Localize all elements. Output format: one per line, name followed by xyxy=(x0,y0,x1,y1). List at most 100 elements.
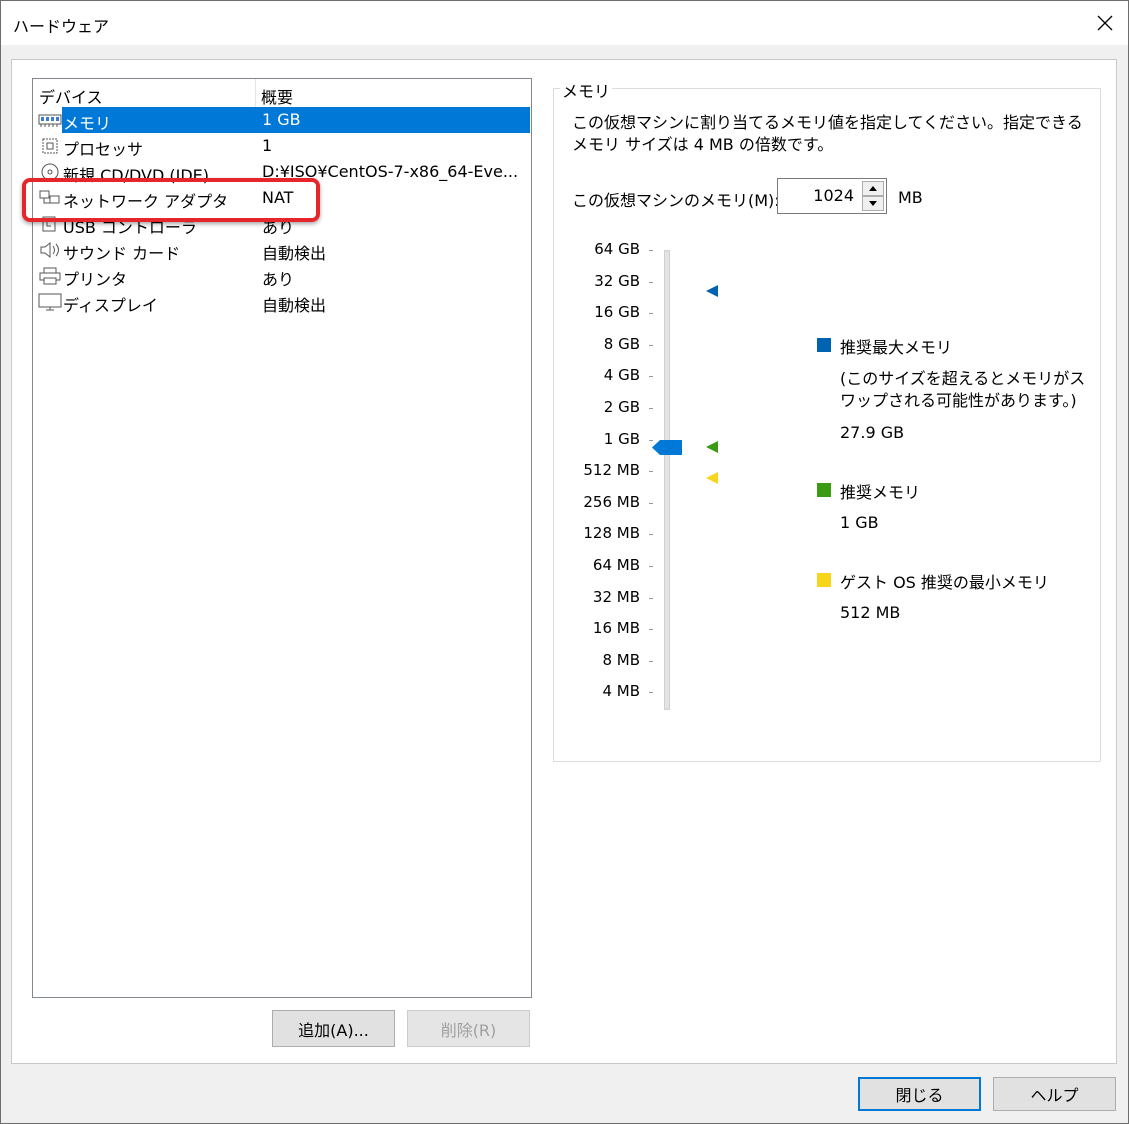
min-memory-legend-label: ゲスト OS 推奨の最小メモリ xyxy=(840,573,1049,592)
remove-device-button[interactable]: 削除(R) xyxy=(407,1010,530,1047)
device-list[interactable]: デバイス 概要 メモリ 1 GB プロセッサ 1 新規 CD/DVD (IDE)… xyxy=(32,78,532,998)
processor-icon xyxy=(42,138,58,154)
title-bar: ハードウェア xyxy=(1,1,1128,45)
scale-label: 8 GB xyxy=(603,334,640,353)
min-memory-marker-icon xyxy=(706,472,718,484)
close-icon xyxy=(1097,15,1113,31)
help-button[interactable]: ヘルプ xyxy=(993,1077,1116,1111)
scale-label: 128 MB xyxy=(583,524,640,543)
window-title: ハードウェア xyxy=(13,17,110,36)
network-adapter-icon xyxy=(39,190,60,204)
scale-label: 16 GB xyxy=(594,303,640,322)
device-label: メモリ xyxy=(63,114,112,133)
device-row-network-adapter[interactable]: ネットワーク アダプタ NAT xyxy=(33,185,531,211)
memory-spinbox[interactable]: 1024 xyxy=(777,178,887,214)
scale-label: 4 MB xyxy=(602,682,640,701)
device-summary: D:¥ISO¥CentOS-7-x86_64-Eve... xyxy=(262,162,519,181)
close-window-button[interactable] xyxy=(1082,1,1128,45)
scale-tick xyxy=(649,502,653,504)
scale-label: 32 GB xyxy=(594,271,640,290)
scale-tick xyxy=(649,629,653,631)
scale-label: 64 MB xyxy=(592,556,640,574)
scale-tick xyxy=(649,376,653,378)
scale-label: 64 GB xyxy=(594,240,640,258)
scale-tick xyxy=(649,344,653,346)
device-row-sound-card[interactable]: サウンド カード 自動検出 xyxy=(33,237,531,263)
recommended-memory-marker-icon xyxy=(706,441,718,453)
spin-down-button[interactable] xyxy=(862,196,884,211)
memory-group-title: メモリ xyxy=(560,78,613,102)
device-summary: 自動検出 xyxy=(262,244,327,263)
device-summary: 1 xyxy=(262,136,273,155)
max-memory-legend-label: 推奨最大メモリ xyxy=(840,338,953,357)
column-header-summary[interactable]: 概要 xyxy=(261,84,293,108)
scale-tick xyxy=(649,597,653,599)
device-row-display[interactable]: ディスプレイ 自動検出 xyxy=(33,289,531,315)
arrow-up-icon xyxy=(869,186,877,191)
scale-tick xyxy=(649,534,653,536)
max-memory-value: 27.9 GB xyxy=(840,423,905,442)
device-summary: 1 GB xyxy=(262,110,301,129)
scale-label: 16 MB xyxy=(592,619,640,638)
memory-value-input[interactable]: 1024 xyxy=(813,186,854,205)
memory-field-label: この仮想マシンのメモリ(M): xyxy=(572,191,780,210)
device-label: プロセッサ xyxy=(63,140,144,159)
scale-label: 32 MB xyxy=(592,587,640,606)
device-row-cd-dvd[interactable]: 新規 CD/DVD (IDE) D:¥ISO¥CentOS-7-x86_64-E… xyxy=(33,159,531,185)
column-header-device[interactable]: デバイス xyxy=(39,84,103,108)
scale-tick xyxy=(649,660,653,662)
device-label: 新規 CD/DVD (IDE) xyxy=(63,166,209,185)
max-memory-marker-icon xyxy=(706,285,718,297)
device-summary: あり xyxy=(262,270,295,289)
min-memory-legend-swatch xyxy=(817,573,831,587)
scale-label: 1 GB xyxy=(603,429,640,448)
device-summary: NAT xyxy=(262,188,294,207)
hardware-dialog: ハードウェア デバイス 概要 メモリ 1 GB プロセッサ 1 新規 CD/DV… xyxy=(0,0,1129,1124)
recommended-memory-value: 1 GB xyxy=(840,513,879,532)
recommended-memory-legend-swatch xyxy=(817,483,831,497)
device-label: プリンタ xyxy=(63,270,128,289)
device-label: USB コントローラ xyxy=(63,218,197,237)
device-summary: 自動検出 xyxy=(262,296,327,315)
scale-label: 4 GB xyxy=(603,366,640,385)
spin-up-button[interactable] xyxy=(862,181,884,196)
memory-slider-thumb[interactable] xyxy=(652,440,682,455)
memory-description: この仮想マシンに割り当てるメモリ値を指定してください。指定できるメモリ サイズは… xyxy=(572,113,1083,154)
scale-tick xyxy=(649,692,653,694)
scale-label: 8 MB xyxy=(602,650,640,669)
close-button[interactable]: 閉じる xyxy=(858,1077,981,1111)
recommended-memory-legend-label: 推奨メモリ xyxy=(840,483,921,502)
scale-tick xyxy=(649,250,653,251)
scale-tick xyxy=(649,313,653,315)
dialog-content: デバイス 概要 メモリ 1 GB プロセッサ 1 新規 CD/DVD (IDE)… xyxy=(11,59,1117,1064)
scale-tick xyxy=(649,281,653,283)
device-row-printer[interactable]: プリンタ あり xyxy=(33,263,531,289)
printer-icon xyxy=(39,267,61,285)
speaker-icon xyxy=(40,241,59,259)
column-separator[interactable] xyxy=(255,79,256,107)
scale-tick xyxy=(649,471,653,473)
memory-unit-label: MB xyxy=(898,188,923,207)
min-memory-value: 512 MB xyxy=(840,603,901,622)
usb-controller-icon xyxy=(42,216,56,232)
scale-tick xyxy=(649,408,653,409)
memory-slider-track[interactable] xyxy=(664,250,670,710)
device-label: サウンド カード xyxy=(63,244,181,263)
scale-label: 256 MB xyxy=(583,492,640,511)
scale-label: 512 MB xyxy=(583,461,640,480)
display-icon xyxy=(38,293,62,311)
memory-icon xyxy=(38,114,62,127)
add-device-button[interactable]: 追加(A)... xyxy=(272,1010,395,1047)
max-memory-note: (このサイズを超えるとメモリがスワップされる可能性があります。) xyxy=(840,369,1086,410)
device-row-memory[interactable]: メモリ 1 GB xyxy=(33,107,531,133)
scale-label: 2 GB xyxy=(603,398,640,416)
device-row-processor[interactable]: プロセッサ 1 xyxy=(33,133,531,159)
device-label: ディスプレイ xyxy=(63,296,158,315)
device-label: ネットワーク アダプタ xyxy=(63,192,229,211)
device-summary: あり xyxy=(262,218,295,237)
max-memory-legend-swatch xyxy=(817,338,831,352)
scale-tick xyxy=(649,566,653,567)
cd-dvd-icon xyxy=(41,163,59,181)
device-row-usb-controller[interactable]: USB コントローラ あり xyxy=(33,211,531,237)
device-list-header: デバイス 概要 xyxy=(33,79,531,107)
